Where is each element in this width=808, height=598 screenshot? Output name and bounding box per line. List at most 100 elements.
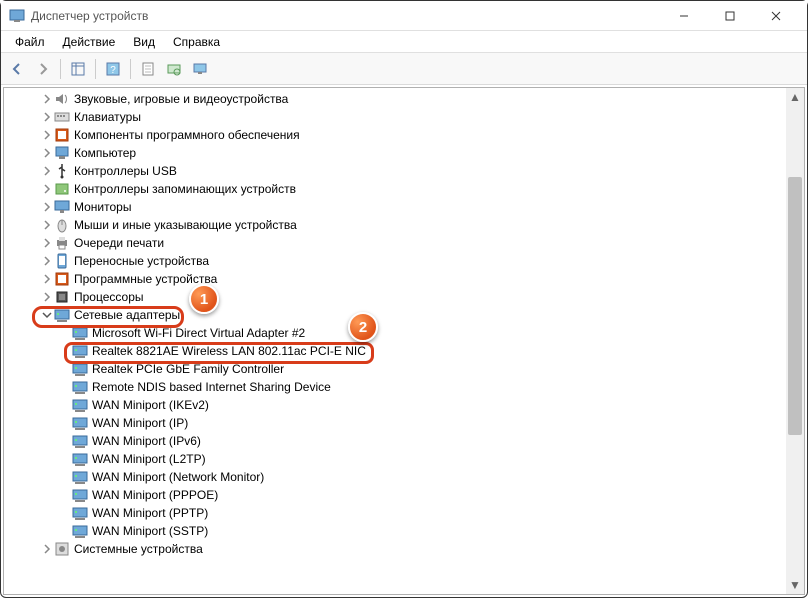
tree-node-label[interactable]: WAN Miniport (IKEv2): [92, 398, 209, 412]
device-category[interactable]: Мониторы: [4, 198, 786, 216]
tree-node-label[interactable]: Сетевые адаптеры: [74, 308, 180, 322]
mouse-icon: [54, 217, 70, 233]
chevron-right-icon[interactable]: [40, 236, 54, 250]
device-tree[interactable]: Звуковые, игровые и видеоустройства Клави…: [4, 88, 786, 594]
tree-spacer: [58, 416, 72, 430]
chevron-down-icon[interactable]: [40, 308, 54, 322]
tree-node-label[interactable]: WAN Miniport (IP): [92, 416, 188, 430]
close-button[interactable]: [753, 1, 799, 31]
tree-node-label[interactable]: Компоненты программного обеспечения: [74, 128, 300, 142]
device-category[interactable]: Программные устройства: [4, 270, 786, 288]
tree-node-label[interactable]: Контроллеры USB: [74, 164, 177, 178]
nic-icon: [72, 379, 88, 395]
menu-help[interactable]: Справка: [165, 33, 228, 51]
menu-view[interactable]: Вид: [125, 33, 163, 51]
device-item[interactable]: WAN Miniport (IPv6): [4, 432, 786, 450]
device-item[interactable]: WAN Miniport (SSTP): [4, 522, 786, 540]
menubar: Файл Действие Вид Справка: [1, 31, 807, 53]
tree-node-label[interactable]: WAN Miniport (L2TP): [92, 452, 206, 466]
device-category[interactable]: Процессоры: [4, 288, 786, 306]
tree-node-label[interactable]: WAN Miniport (PPPOE): [92, 488, 218, 502]
tree-node-label[interactable]: Очереди печати: [74, 236, 164, 250]
menu-action[interactable]: Действие: [55, 33, 124, 51]
device-item[interactable]: WAN Miniport (PPTP): [4, 504, 786, 522]
device-item[interactable]: Realtek PCIe GbE Family Controller: [4, 360, 786, 378]
device-item[interactable]: WAN Miniport (IP): [4, 414, 786, 432]
tree-spacer: [58, 470, 72, 484]
printer-icon: [54, 235, 70, 251]
tree-node-label[interactable]: Компьютер: [74, 146, 136, 160]
device-item[interactable]: Remote NDIS based Internet Sharing Devic…: [4, 378, 786, 396]
device-item[interactable]: WAN Miniport (IKEv2): [4, 396, 786, 414]
chevron-right-icon[interactable]: [40, 542, 54, 556]
chevron-right-icon[interactable]: [40, 164, 54, 178]
scroll-down-button[interactable]: ▼: [786, 576, 804, 594]
device-category[interactable]: Клавиатуры: [4, 108, 786, 126]
scan-hardware-button[interactable]: [162, 57, 186, 81]
chevron-right-icon[interactable]: [40, 272, 54, 286]
back-button[interactable]: [5, 57, 29, 81]
nic-icon: [72, 343, 88, 359]
tree-node-label[interactable]: WAN Miniport (SSTP): [92, 524, 208, 538]
maximize-button[interactable]: [707, 1, 753, 31]
chevron-right-icon[interactable]: [40, 290, 54, 304]
tree-node-label[interactable]: Контроллеры запоминающих устройств: [74, 182, 296, 196]
tree-node-label[interactable]: Процессоры: [74, 290, 144, 304]
device-category[interactable]: Компоненты программного обеспечения: [4, 126, 786, 144]
tree-node-label[interactable]: WAN Miniport (Network Monitor): [92, 470, 264, 484]
device-item[interactable]: Microsoft Wi-Fi Direct Virtual Adapter #…: [4, 324, 786, 342]
tree-spacer: [58, 488, 72, 502]
device-category[interactable]: Компьютер: [4, 144, 786, 162]
chevron-right-icon[interactable]: [40, 182, 54, 196]
app-icon: [9, 8, 25, 24]
device-item[interactable]: WAN Miniport (PPPOE): [4, 486, 786, 504]
nic-icon: [72, 325, 88, 341]
chevron-right-icon[interactable]: [40, 254, 54, 268]
device-category[interactable]: Сетевые адаптеры: [4, 306, 786, 324]
properties-button[interactable]: [136, 57, 160, 81]
device-category[interactable]: Контроллеры USB: [4, 162, 786, 180]
device-item[interactable]: Realtek 8821AE Wireless LAN 802.11ac PCI…: [4, 342, 786, 360]
show-hide-tree-button[interactable]: [66, 57, 90, 81]
device-category[interactable]: Звуковые, игровые и видеоустройства: [4, 90, 786, 108]
device-item[interactable]: WAN Miniport (Network Monitor): [4, 468, 786, 486]
device-item[interactable]: WAN Miniport (L2TP): [4, 450, 786, 468]
chevron-right-icon[interactable]: [40, 146, 54, 160]
nic-icon: [72, 505, 88, 521]
forward-button[interactable]: [31, 57, 55, 81]
device-category[interactable]: Переносные устройства: [4, 252, 786, 270]
toolbar-separator: [60, 59, 61, 79]
tree-node-label[interactable]: Звуковые, игровые и видеоустройства: [74, 92, 288, 106]
tree-node-label[interactable]: Realtek 8821AE Wireless LAN 802.11ac PCI…: [92, 344, 366, 358]
chevron-right-icon[interactable]: [40, 218, 54, 232]
tree-node-label[interactable]: Мониторы: [74, 200, 131, 214]
device-category[interactable]: Очереди печати: [4, 234, 786, 252]
chevron-right-icon[interactable]: [40, 110, 54, 124]
tree-node-label[interactable]: Remote NDIS based Internet Sharing Devic…: [92, 380, 331, 394]
help-button[interactable]: ?: [101, 57, 125, 81]
chevron-right-icon[interactable]: [40, 92, 54, 106]
device-category[interactable]: Мыши и иные указывающие устройства: [4, 216, 786, 234]
menu-file[interactable]: Файл: [7, 33, 53, 51]
tree-node-label[interactable]: Переносные устройства: [74, 254, 209, 268]
network-icon: [54, 307, 70, 323]
tree-node-label[interactable]: Клавиатуры: [74, 110, 141, 124]
tree-node-label[interactable]: WAN Miniport (IPv6): [92, 434, 201, 448]
scrollbar[interactable]: ▲ ▼: [786, 88, 804, 594]
chevron-right-icon[interactable]: [40, 200, 54, 214]
tree-node-label[interactable]: Realtek PCIe GbE Family Controller: [92, 362, 284, 376]
tree-node-label[interactable]: Microsoft Wi-Fi Direct Virtual Adapter #…: [92, 326, 305, 340]
chevron-right-icon[interactable]: [40, 128, 54, 142]
tree-node-label[interactable]: Программные устройства: [74, 272, 217, 286]
monitor-button[interactable]: [188, 57, 212, 81]
minimize-button[interactable]: [661, 1, 707, 31]
tree-node-label[interactable]: Системные устройства: [74, 542, 203, 556]
scroll-thumb[interactable]: [788, 177, 802, 436]
device-category[interactable]: Контроллеры запоминающих устройств: [4, 180, 786, 198]
tree-node-label[interactable]: Мыши и иные указывающие устройства: [74, 218, 297, 232]
scroll-track[interactable]: [786, 106, 804, 576]
scroll-up-button[interactable]: ▲: [786, 88, 804, 106]
tree-node-label[interactable]: WAN Miniport (PPTP): [92, 506, 208, 520]
device-category[interactable]: Системные устройства: [4, 540, 786, 558]
tree-spacer: [58, 452, 72, 466]
